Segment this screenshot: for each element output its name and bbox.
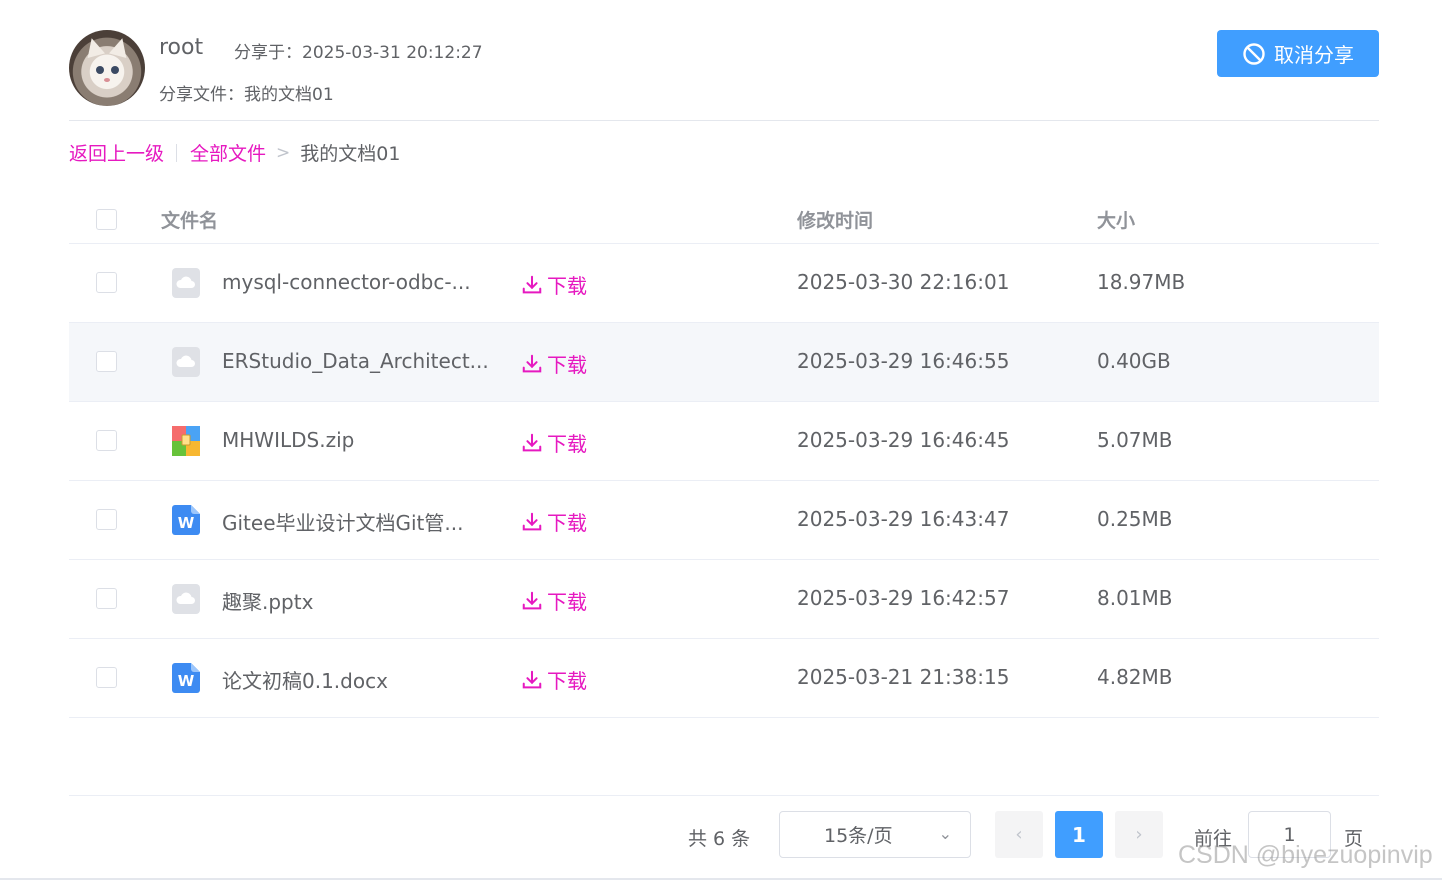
chevron-left-icon: ‹ <box>1015 824 1023 845</box>
row-checkbox[interactable] <box>96 667 117 688</box>
chevron-down-icon: ⌄ <box>938 824 952 843</box>
file-name[interactable]: 趣聚.pptx <box>222 586 313 615</box>
modified-time: 2025-03-21 21:38:15 <box>797 665 1010 689</box>
file-name[interactable]: Gitee毕业设计文档Git管... <box>222 507 463 536</box>
all-files-link[interactable]: 全部文件 <box>190 139 266 166</box>
file-name[interactable]: mysql-connector-odbc-... <box>222 270 471 294</box>
file-size: 0.25MB <box>1097 507 1173 531</box>
username: root <box>159 35 204 60</box>
column-header-name: 文件名 <box>161 210 219 232</box>
page-size-select[interactable]: 15条/页 ⌄ <box>779 811 971 858</box>
table-row: 趣聚.pptx 下载 2025-03-29 16:42:57 8.01MB <box>69 560 1379 639</box>
download-label: 下载 <box>547 432 587 456</box>
file-name[interactable]: 论文初稿0.1.docx <box>222 665 388 694</box>
bottom-border <box>0 878 1442 880</box>
breadcrumb-divider <box>176 143 178 162</box>
watermark: CSDN @biyezuopinvip <box>1178 841 1433 869</box>
modified-time: 2025-03-29 16:46:45 <box>797 428 1010 452</box>
download-button[interactable]: 下载 <box>521 665 587 694</box>
row-checkbox[interactable] <box>96 272 117 293</box>
share-file: 分享文件：我的文档01 <box>159 85 334 105</box>
zip-file-icon <box>171 425 201 457</box>
row-checkbox[interactable] <box>96 351 117 372</box>
download-icon <box>522 670 542 688</box>
modified-time: 2025-03-29 16:42:57 <box>797 586 1010 610</box>
download-icon <box>522 591 542 609</box>
prev-page-button[interactable]: ‹ <box>995 811 1043 858</box>
page-size-value: 15条/页 <box>824 825 893 847</box>
next-page-button[interactable]: › <box>1115 811 1163 858</box>
download-button[interactable]: 下载 <box>521 270 587 299</box>
file-size: 18.97MB <box>1097 270 1186 294</box>
download-button[interactable]: 下载 <box>521 428 587 457</box>
word-file-icon: W <box>171 504 201 536</box>
table-row: MHWILDS.zip 下载 2025-03-29 16:46:45 5.07MB <box>69 402 1379 481</box>
download-label: 下载 <box>547 590 587 614</box>
select-all-checkbox[interactable] <box>96 209 117 230</box>
row-checkbox[interactable] <box>96 509 117 530</box>
modified-time: 2025-03-29 16:46:55 <box>797 349 1010 373</box>
cancel-share-button[interactable]: 取消分享 <box>1217 30 1379 77</box>
share-time: 分享于：2025-03-31 20:12:27 <box>234 43 483 63</box>
pagination-divider <box>69 795 1379 796</box>
file-name[interactable]: MHWILDS.zip <box>222 428 354 452</box>
table-row: W 论文初稿0.1.docx 下载 2025-03-21 21:38:15 4.82MB <box>69 639 1379 718</box>
svg-text:W: W <box>178 672 195 690</box>
file-size: 4.82MB <box>1097 665 1173 689</box>
user-avatar <box>69 30 145 106</box>
download-icon <box>522 275 542 293</box>
chevron-right-icon: › <box>1135 824 1143 845</box>
chevron-right-icon: > <box>276 142 291 163</box>
generic-file-icon <box>171 346 201 378</box>
table-row: W Gitee毕业设计文档Git管... 下载 2025-03-29 16:43:47… <box>69 481 1379 560</box>
back-link[interactable]: 返回上一级 <box>69 139 164 166</box>
table-header: 文件名 修改时间 大小 <box>69 188 1379 244</box>
table-row: ERStudio_Data_Architect... 下载 2025-03-29 1… <box>69 323 1379 402</box>
column-header-time: 修改时间 <box>797 210 874 232</box>
column-header-size: 大小 <box>1097 210 1136 232</box>
ban-icon <box>1243 42 1265 65</box>
row-checkbox[interactable] <box>96 430 117 451</box>
modified-time: 2025-03-30 22:16:01 <box>797 270 1010 294</box>
generic-file-icon <box>171 267 201 299</box>
total-count: 共 6 条 <box>688 828 751 850</box>
file-size: 8.01MB <box>1097 586 1173 610</box>
page-number-button[interactable]: 1 <box>1055 811 1103 858</box>
breadcrumb-current: 我的文档01 <box>300 143 401 165</box>
download-button[interactable]: 下载 <box>521 586 587 615</box>
download-icon <box>522 354 542 372</box>
file-size: 5.07MB <box>1097 428 1173 452</box>
download-button[interactable]: 下载 <box>521 349 587 378</box>
download-label: 下载 <box>547 669 587 693</box>
svg-text:W: W <box>178 514 195 532</box>
share-header: root 分享于：2025-03-31 20:12:27 分享文件：我的文档01… <box>69 28 1379 121</box>
breadcrumb: 返回上一级 全部文件 > 我的文档01 <box>69 139 400 166</box>
download-label: 下载 <box>547 511 587 535</box>
download-button[interactable]: 下载 <box>521 507 587 536</box>
file-size: 0.40GB <box>1097 349 1171 373</box>
generic-file-icon <box>171 583 201 615</box>
download-icon <box>522 512 542 530</box>
table-row: mysql-connector-odbc-... 下载 2025-03-30 22:… <box>69 244 1379 323</box>
file-name[interactable]: ERStudio_Data_Architect... <box>222 349 489 373</box>
file-table: 文件名 修改时间 大小 mysql-connector-odbc-... 下载 20… <box>69 188 1379 718</box>
download-icon <box>522 433 542 451</box>
download-label: 下载 <box>547 274 587 298</box>
cancel-share-label: 取消分享 <box>1274 43 1354 67</box>
word-file-icon: W <box>171 662 201 694</box>
row-checkbox[interactable] <box>96 588 117 609</box>
modified-time: 2025-03-29 16:43:47 <box>797 507 1010 531</box>
download-label: 下载 <box>547 353 587 377</box>
